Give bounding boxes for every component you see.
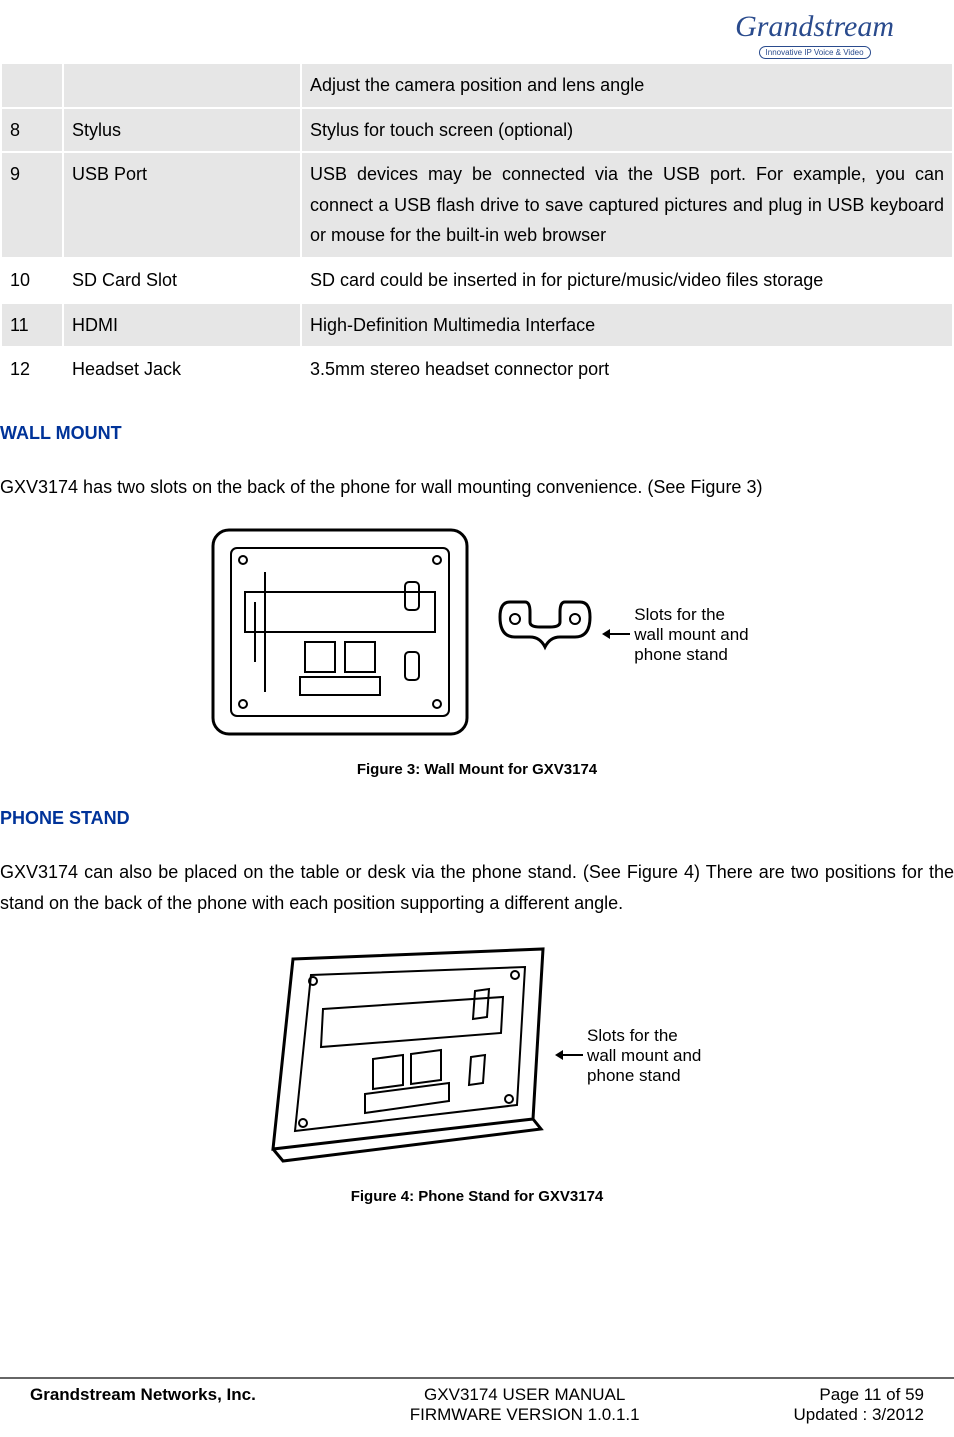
row-name: Headset Jack xyxy=(63,347,301,392)
table-row: 9USB PortUSB devices may be connected vi… xyxy=(1,152,953,258)
features-table: Adjust the camera position and lens angl… xyxy=(0,62,954,393)
figure-3-callout: Slots for the wall mount and phone stand xyxy=(634,605,748,665)
row-description: USB devices may be connected via the USB… xyxy=(301,152,953,258)
figure-3-caption: Figure 3: Wall Mount for GXV3174 xyxy=(0,761,954,778)
table-row: 12Headset Jack3.5mm stereo headset conne… xyxy=(1,347,953,392)
row-name: HDMI xyxy=(63,303,301,348)
row-name: SD Card Slot xyxy=(63,258,301,303)
row-number: 9 xyxy=(1,152,63,258)
footer-company: Grandstream Networks, Inc. xyxy=(30,1385,256,1425)
row-name xyxy=(63,63,301,108)
table-row: 10SD Card SlotSD card could be inserted … xyxy=(1,258,953,303)
row-number: 10 xyxy=(1,258,63,303)
logo-tagline: Innovative IP Voice & Video xyxy=(759,46,871,59)
footer-page-number: Page 11 of 59 xyxy=(794,1385,924,1405)
row-number: 11 xyxy=(1,303,63,348)
row-number: 12 xyxy=(1,347,63,392)
row-description: High-Definition Multimedia Interface xyxy=(301,303,953,348)
row-number xyxy=(1,63,63,108)
row-name: Stylus xyxy=(63,108,301,153)
row-description: 3.5mm stereo headset connector port xyxy=(301,347,953,392)
phone-stand-body: GXV3174 can also be placed on the table … xyxy=(0,857,954,918)
row-description: Stylus for touch screen (optional) xyxy=(301,108,953,153)
row-description: SD card could be inserted in for picture… xyxy=(301,258,953,303)
header-logo: Grandstream Innovative IP Voice & Video xyxy=(0,12,954,62)
table-row: 11HDMIHigh-Definition Multimedia Interfa… xyxy=(1,303,953,348)
logo-brand-text: Grandstream xyxy=(735,12,894,42)
figure-4-callout: Slots for the wall mount and phone stand xyxy=(587,1026,701,1086)
row-description: Adjust the camera position and lens angl… xyxy=(301,63,953,108)
table-row: Adjust the camera position and lens angl… xyxy=(1,63,953,108)
footer-manual-title: GXV3174 USER MANUAL xyxy=(410,1385,640,1405)
wall-mount-device-image xyxy=(205,522,475,747)
row-number: 8 xyxy=(1,108,63,153)
footer-firmware-version: FIRMWARE VERSION 1.0.1.1 xyxy=(410,1405,640,1425)
figure-4-caption: Figure 4: Phone Stand for GXV3174 xyxy=(0,1188,954,1205)
wall-mount-bracket-image xyxy=(490,582,600,687)
figure-4: Slots for the wall mount and phone stand… xyxy=(0,939,954,1205)
figure-3: Slots for the wall mount and phone stand… xyxy=(0,522,954,778)
table-row: 8StylusStylus for touch screen (optional… xyxy=(1,108,953,153)
footer-updated-date: Updated : 3/2012 xyxy=(794,1405,924,1425)
wall-mount-heading: WALL MOUNT xyxy=(0,423,954,444)
phone-stand-device-image xyxy=(253,939,553,1174)
row-name: USB Port xyxy=(63,152,301,258)
phone-stand-heading: PHONE STAND xyxy=(0,808,954,829)
wall-mount-body: GXV3174 has two slots on the back of the… xyxy=(0,472,954,503)
page-footer: Grandstream Networks, Inc. GXV3174 USER … xyxy=(0,1377,954,1425)
